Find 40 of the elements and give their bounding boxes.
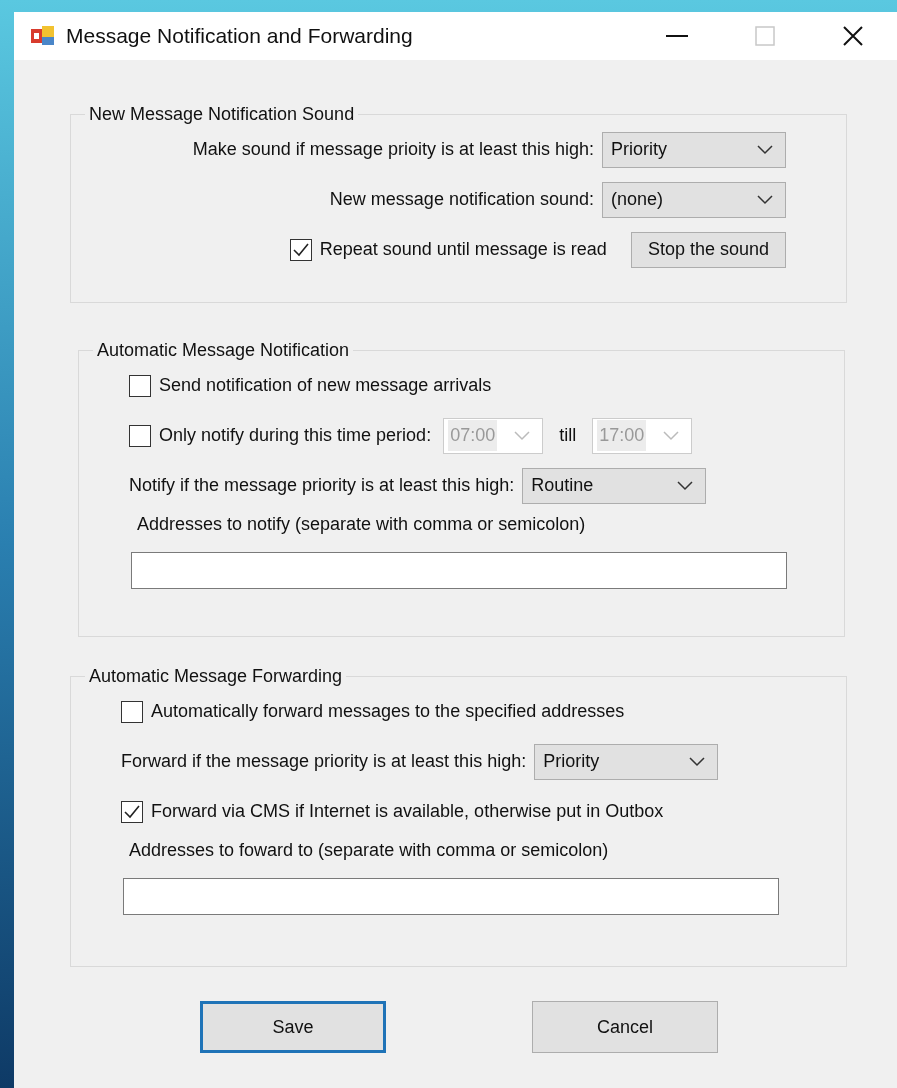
- stop-sound-button[interactable]: Stop the sound: [630, 231, 786, 268]
- checkbox[interactable]: [121, 800, 143, 823]
- checkbox[interactable]: [121, 700, 143, 723]
- dropdown[interactable]: Priority: [534, 743, 719, 780]
- app-icon: [30, 25, 56, 47]
- checkbox-label: Send notification of new message arrivals: [159, 374, 492, 398]
- dropdown[interactable]: Routine: [522, 467, 707, 504]
- dropdown[interactable]: Priority: [602, 131, 786, 168]
- chevron-icon: [757, 194, 773, 205]
- chevron-icon: [514, 430, 531, 441]
- group-title: Automatic Message Notification: [96, 341, 351, 361]
- checkbox-label: Automatically forward messages to the specified addresses: [151, 700, 625, 724]
- address-field[interactable]: [123, 877, 779, 915]
- checkbox-label: Only notify during this time period:: [159, 424, 432, 448]
- field-label: Addresses to notify (separate with comma or semicolon): [137, 512, 586, 536]
- chevron-icon: [757, 144, 773, 155]
- minimize-icon: [666, 34, 688, 38]
- dialog-button[interactable]: Cancel: [532, 1001, 718, 1053]
- chevron-icon: [677, 480, 694, 491]
- close-icon: [842, 25, 864, 47]
- field-label: Forward if the message priority is at least this high:: [121, 750, 527, 774]
- chevron-icon: [689, 756, 706, 767]
- checkbox-label: Repeat sound until message is read: [319, 238, 607, 262]
- checkbox-label: Forward via CMS if Internet is available, otherwise put in Outbox: [151, 800, 664, 824]
- dropdown[interactable]: (none): [602, 181, 786, 218]
- checkbox[interactable]: [129, 374, 151, 397]
- checkbox[interactable]: [289, 238, 312, 261]
- address-field[interactable]: [131, 551, 787, 589]
- field-label: Addresses to foward to (separate with comma or semicolon): [129, 838, 609, 862]
- till-label: till: [559, 424, 577, 448]
- field-label: Notify if the message priority is at least this high:: [129, 474, 515, 498]
- field-label: New message notification sound:: [329, 188, 594, 212]
- maximize-icon: [755, 26, 775, 46]
- dialog-button[interactable]: Save: [200, 1001, 386, 1053]
- chevron-icon: [663, 430, 680, 441]
- window-title: Message Notification and Forwarding: [66, 23, 414, 50]
- checkbox[interactable]: [129, 424, 151, 447]
- field-label: Make sound if message prioity is at least this high:: [192, 138, 594, 162]
- group-title: Automatic Message Forwarding: [88, 667, 344, 687]
- group-title: New Message Notification Sound: [88, 105, 356, 125]
